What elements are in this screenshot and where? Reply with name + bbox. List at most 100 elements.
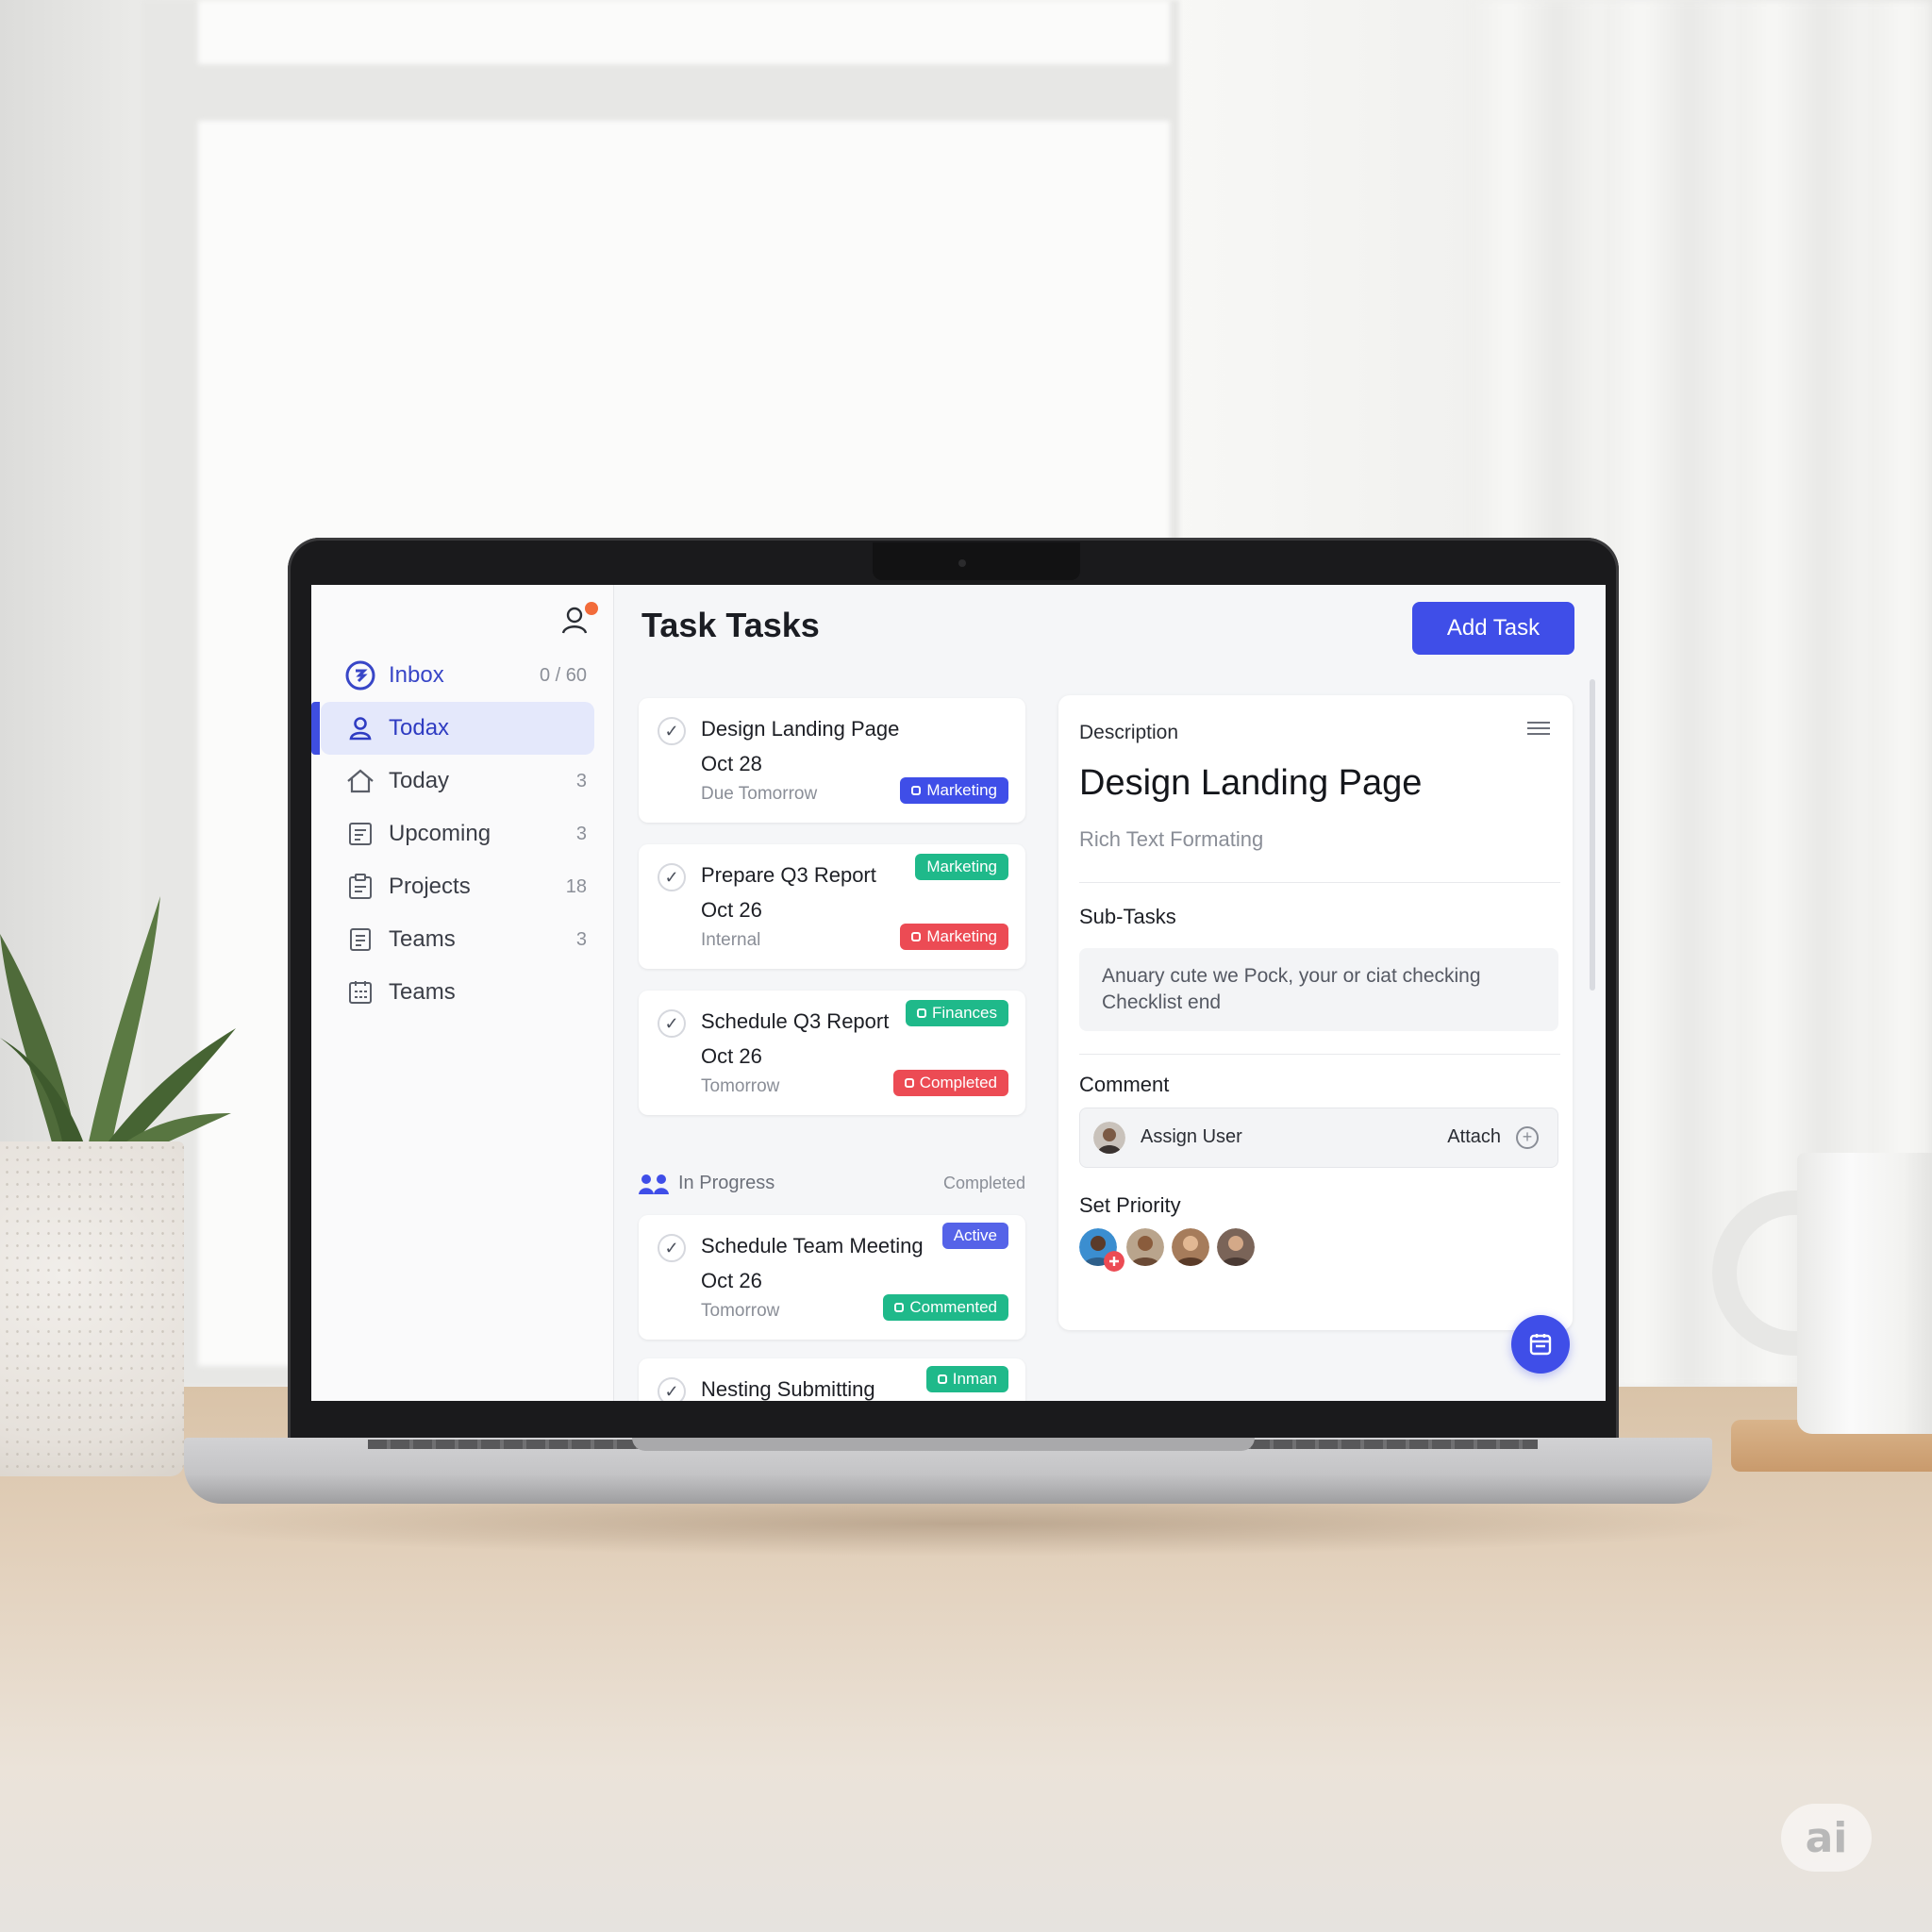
clipboard-icon	[345, 872, 375, 902]
check-icon[interactable]: ✓	[658, 1009, 686, 1038]
coffee-mug	[1797, 1153, 1932, 1434]
task-card[interactable]: ✓ Schedule Q3 Report Oct 26 Tomorrow Fin…	[639, 991, 1025, 1115]
task-tag[interactable]: Marketing	[900, 924, 1008, 950]
task-card[interactable]: ✓ Schedule Team Meeting Oct 26 Tomorrow …	[639, 1215, 1025, 1340]
tag-label: Marketing	[926, 858, 997, 875]
window-pane	[198, 0, 1170, 64]
task-card[interactable]: ✓ Design Landing Page Oct 28 Due Tomorro…	[639, 698, 1025, 823]
calendar-icon	[1529, 1334, 1552, 1356]
divider	[1079, 1054, 1560, 1055]
sidebar-item-projects[interactable]: Projects 18	[321, 860, 594, 913]
comment-field[interactable]: Assign User Attach +	[1079, 1108, 1558, 1168]
task-subtitle: Internal	[701, 930, 761, 950]
sidebar-item-todax[interactable]: Todax	[311, 702, 594, 755]
tag-label: Inman	[952, 1370, 997, 1388]
calendar-note-icon	[345, 819, 375, 849]
team-grid-icon	[345, 977, 375, 1008]
avatar[interactable]	[1217, 1228, 1255, 1266]
watermark: ai	[1781, 1804, 1872, 1872]
task-date: Oct 26	[701, 1044, 762, 1068]
section-right-label[interactable]: Completed	[943, 1174, 1025, 1193]
sidebar-item-teams[interactable]: Teams 3	[321, 913, 594, 966]
task-date: Oct 28	[701, 752, 762, 775]
tag-label: Marketing	[926, 927, 997, 945]
check-icon[interactable]: ✓	[658, 863, 686, 891]
task-title: Design Landing Page	[701, 717, 900, 741]
check-icon[interactable]: ✓	[658, 717, 686, 745]
add-priority-icon[interactable]	[1104, 1251, 1124, 1272]
sidebar-item-upcoming[interactable]: Upcoming 3	[321, 808, 594, 860]
user-icon	[345, 713, 375, 743]
sidebar: Inbox 0 / 60 Todax Today 3 Upcoming 3 Pr…	[311, 585, 614, 1401]
notification-dot	[585, 602, 598, 615]
sidebar-item-today[interactable]: Today 3	[321, 755, 594, 808]
task-card[interactable]: ✓ Nesting Submitting Inman	[639, 1358, 1025, 1401]
comment-label: Comment	[1079, 1073, 1170, 1096]
divider	[1079, 882, 1560, 883]
sidebar-nav: Inbox 0 / 60 Todax Today 3 Upcoming 3 Pr…	[311, 649, 613, 1019]
check-icon[interactable]: ✓	[658, 1377, 686, 1401]
task-subtitle: Due Tomorrow	[701, 784, 818, 804]
task-tag[interactable]: Marketing	[900, 777, 1008, 804]
sidebar-item-label: Upcoming	[389, 821, 491, 846]
laptop-notch	[873, 542, 1080, 580]
subtasks-input[interactable]: Anuary cute we Pock, your or ciat checki…	[1079, 948, 1558, 1031]
rich-text-label[interactable]: Rich Text Formating	[1079, 827, 1263, 852]
sidebar-item-count: 3	[575, 928, 587, 950]
sidebar-item-count: 0 / 60	[539, 664, 587, 686]
tag-icon	[937, 1374, 947, 1384]
laptop-lip	[632, 1438, 1255, 1451]
sidebar-item-inbox[interactable]: Inbox 0 / 60	[321, 649, 594, 702]
document-icon	[345, 924, 375, 955]
tag-icon	[894, 1303, 905, 1312]
inbox-circle-icon	[345, 660, 375, 691]
tag-label: Active	[953, 1226, 997, 1244]
task-detail-panel: Description Design Landing Page Rich Tex…	[1058, 695, 1573, 1330]
avatar[interactable]	[1172, 1228, 1209, 1266]
sidebar-item-teams-2[interactable]: Teams	[321, 966, 594, 1019]
tag-icon	[911, 932, 922, 941]
task-tag[interactable]: Inman	[925, 1366, 1008, 1392]
task-card[interactable]: ✓ Prepare Q3 Report Oct 26 Internal Mark…	[639, 844, 1025, 969]
task-tag[interactable]: Active	[941, 1223, 1008, 1249]
avatar	[1093, 1122, 1125, 1154]
sidebar-item-label: Projects	[389, 874, 471, 899]
plant-pot	[0, 1141, 184, 1476]
plant-leaves	[0, 896, 236, 1160]
assign-user-label[interactable]: Assign User	[1141, 1126, 1242, 1148]
task-title: Schedule Q3 Report	[701, 1009, 890, 1033]
sidebar-item-label: Inbox	[389, 662, 444, 688]
tag-icon	[917, 1008, 927, 1018]
priority-label: Set Priority	[1079, 1193, 1181, 1217]
task-title: Prepare Q3 Report	[701, 863, 876, 887]
laptop-camera	[958, 559, 966, 567]
sidebar-item-label: Teams	[389, 926, 456, 952]
sidebar-item-label: Teams	[389, 979, 456, 1005]
plus-icon[interactable]: +	[1516, 1126, 1539, 1149]
tag-label: Completed	[919, 1074, 997, 1091]
check-icon[interactable]: ✓	[658, 1234, 686, 1262]
home-icon	[345, 766, 375, 796]
task-tag[interactable]: Commented	[883, 1294, 1008, 1321]
scrollbar[interactable]	[1590, 679, 1595, 991]
add-task-button[interactable]: Add Task	[1412, 602, 1574, 655]
floating-action-button[interactable]	[1511, 1315, 1570, 1374]
section-label: In Progress	[678, 1173, 775, 1193]
task-tag[interactable]: Completed	[892, 1070, 1008, 1096]
description-label: Description	[1079, 722, 1179, 743]
avatar[interactable]	[1126, 1228, 1164, 1266]
task-subtitle: Tomorrow	[701, 1301, 780, 1321]
task-tag[interactable]: Marketing	[915, 854, 1008, 880]
team-icon	[639, 1174, 669, 1194]
in-progress-header: In Progress Completed	[639, 1170, 1025, 1198]
subtasks-label: Sub-Tasks	[1079, 905, 1176, 928]
task-tag[interactable]: Finances	[906, 1000, 1008, 1026]
attach-label[interactable]: Attach	[1447, 1126, 1501, 1148]
task-date: Oct 26	[701, 898, 762, 922]
detail-title[interactable]: Design Landing Page	[1079, 763, 1422, 804]
task-title: Nesting Submitting	[701, 1377, 875, 1401]
sidebar-item-count: 18	[565, 875, 587, 897]
menu-icon[interactable]	[1527, 718, 1550, 739]
app-screen: Inbox 0 / 60 Todax Today 3 Upcoming 3 Pr…	[311, 585, 1606, 1401]
task-subtitle: Tomorrow	[701, 1076, 780, 1096]
